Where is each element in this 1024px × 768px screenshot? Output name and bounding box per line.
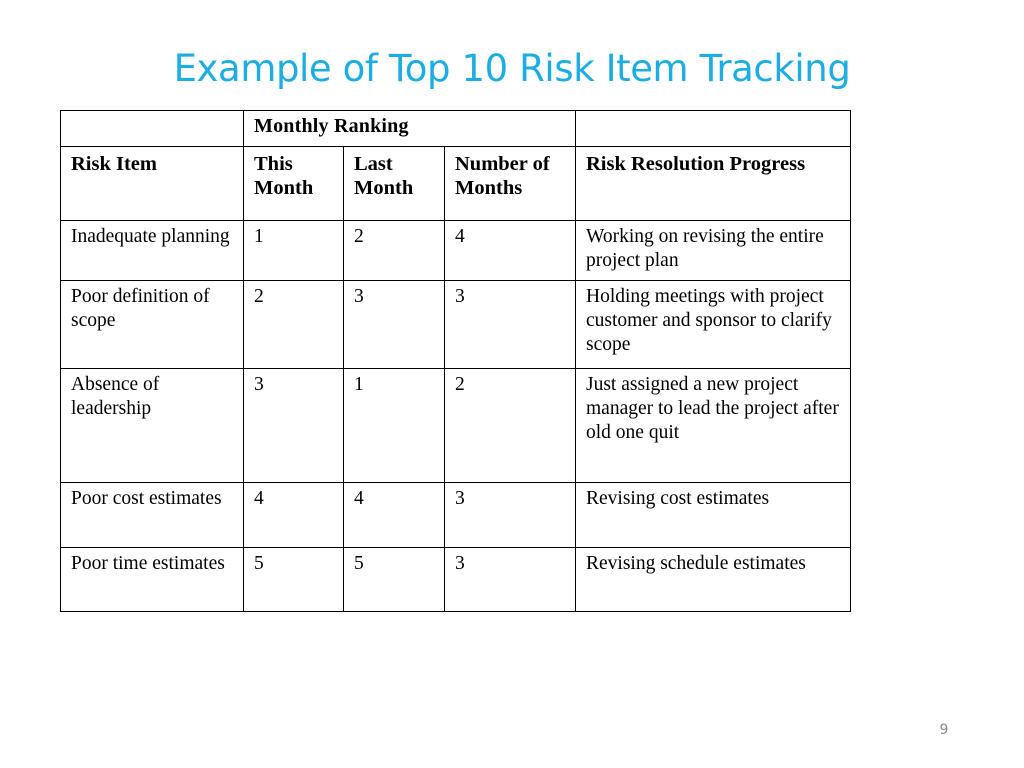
table-row: Poor time estimates 5 5 3 Revising sched…: [60, 547, 851, 612]
cell-this-month: 2: [243, 280, 344, 369]
page-title: Example of Top 10 Risk Item Tracking: [173, 47, 851, 90]
cell-last-month: 4: [343, 482, 445, 548]
table-header: Monthly Ranking Risk Item This Month Las…: [60, 110, 851, 221]
risk-item-tracking-table-container: Monthly Ranking Risk Item This Month Las…: [60, 110, 851, 612]
cell-number-of-months: 3: [444, 482, 576, 548]
table-column-header-row: Risk Item This Month Last Month Number o…: [60, 146, 851, 221]
cell-risk-resolution-progress: Working on revising the entire project p…: [575, 220, 851, 281]
cell-last-month: 1: [343, 368, 445, 483]
table-row: Absence of leadership 3 1 2 Just assigne…: [60, 368, 851, 483]
cell-last-month: 5: [343, 547, 445, 612]
cell-risk-item: Absence of leadership: [60, 368, 244, 483]
cell-last-month: 2: [343, 220, 445, 281]
cell-risk-item: Poor cost estimates: [60, 482, 244, 548]
column-header-last-month: Last Month: [343, 146, 445, 221]
cell-this-month: 3: [243, 368, 344, 483]
column-header-number-of-months: Number of Months: [444, 146, 576, 221]
cell-risk-resolution-progress: Revising cost estimates: [575, 482, 851, 548]
group-header-monthly-ranking: Monthly Ranking: [243, 110, 576, 147]
table-body: Inadequate planning 1 2 4 Working on rev…: [60, 220, 851, 612]
cell-number-of-months: 3: [444, 280, 576, 369]
group-header-blank-left: [60, 110, 244, 147]
table-row: Poor cost estimates 4 4 3 Revising cost …: [60, 482, 851, 548]
cell-risk-resolution-progress: Holding meetings with project customer a…: [575, 280, 851, 369]
column-header-risk-resolution-progress: Risk Resolution Progress: [575, 146, 851, 221]
cell-number-of-months: 2: [444, 368, 576, 483]
column-header-risk-item: Risk Item: [60, 146, 244, 221]
table-row: Poor definition of scope 2 3 3 Holding m…: [60, 280, 851, 369]
cell-this-month: 4: [243, 482, 344, 548]
risk-item-tracking-table: Monthly Ranking Risk Item This Month Las…: [60, 110, 851, 612]
cell-this-month: 5: [243, 547, 344, 612]
slide-canvas: Example of Top 10 Risk Item Tracking Mon…: [0, 0, 1024, 768]
cell-risk-item: Poor definition of scope: [60, 280, 244, 369]
cell-risk-resolution-progress: Revising schedule estimates: [575, 547, 851, 612]
cell-this-month: 1: [243, 220, 344, 281]
page-number: 9: [939, 722, 949, 738]
cell-last-month: 3: [343, 280, 445, 369]
column-header-this-month: This Month: [243, 146, 344, 221]
cell-number-of-months: 3: [444, 547, 576, 612]
cell-number-of-months: 4: [444, 220, 576, 281]
cell-risk-item: Inadequate planning: [60, 220, 244, 281]
table-group-header-row: Monthly Ranking: [60, 110, 851, 147]
cell-risk-resolution-progress: Just assigned a new project manager to l…: [575, 368, 851, 483]
table-row: Inadequate planning 1 2 4 Working on rev…: [60, 220, 851, 281]
cell-risk-item: Poor time estimates: [60, 547, 244, 612]
group-header-blank-right: [575, 110, 851, 147]
